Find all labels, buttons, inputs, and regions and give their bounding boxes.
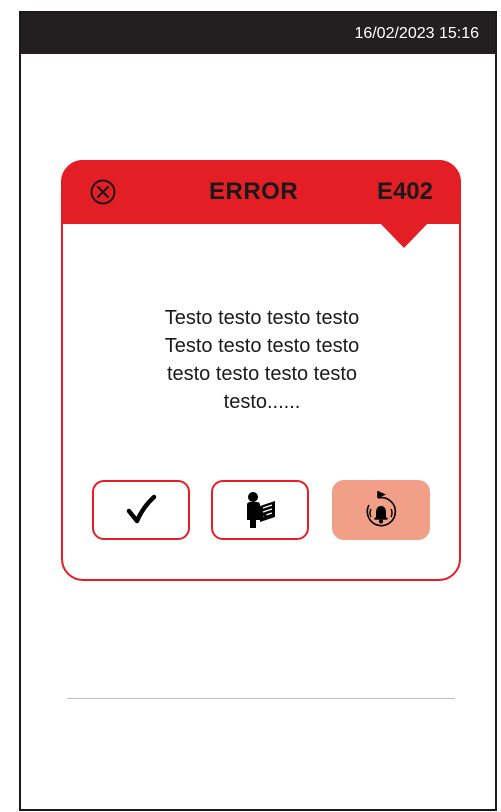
message-line: Testo testo testo testo — [164, 307, 360, 329]
dialog-title: ERROR — [209, 178, 299, 205]
manual-button[interactable] — [211, 480, 309, 540]
status-datetime: 16/02/2023 15:16 — [354, 25, 479, 42]
confirm-button[interactable] — [92, 480, 190, 540]
dialog-message: Testo testo testo testo Testo testo test… — [103, 304, 421, 416]
divider — [67, 698, 455, 699]
close-icon[interactable] — [89, 178, 117, 206]
bell-rotate-icon — [366, 491, 397, 527]
message-line: testo testo testo testo — [166, 363, 358, 385]
error-dialog: ERROR E402 Testo testo testo testo Testo… — [61, 160, 461, 581]
alarm-button[interactable] — [332, 480, 430, 540]
status-bar: 16/02/2023 15:16 — [21, 13, 495, 54]
header-notch — [377, 220, 431, 248]
device-screen: 16/02/2023 15:16 ERROR E402 Testo testo … — [19, 11, 497, 811]
message-line: testo...... — [223, 391, 301, 413]
checkmark-icon — [126, 494, 157, 524]
error-code: E402 — [376, 178, 433, 205]
message-line: Testo testo testo testo — [164, 335, 360, 357]
dialog-header: ERROR E402 — [61, 160, 461, 248]
reading-person-icon — [247, 492, 275, 528]
